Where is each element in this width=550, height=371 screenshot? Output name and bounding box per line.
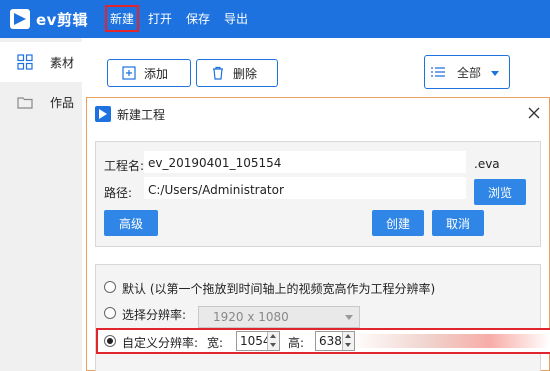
menu-new[interactable]: 新建 [104,5,140,32]
trash-icon [213,66,223,80]
cancel-button[interactable]: 取消 [432,210,484,236]
decorative-streak [350,334,550,348]
width-stepper[interactable] [267,332,279,350]
width-input[interactable]: 1054 [236,331,280,351]
sidebar-item-works[interactable]: 作品 [0,82,82,122]
app-icon [95,106,111,122]
chevron-down-icon [345,315,353,320]
browse-button[interactable]: 浏览 [474,179,526,205]
path-value: C:/Users/Administrator [148,183,284,197]
top-bar: ev剪辑 新建 打开 保存 导出 [0,0,550,38]
folder-icon [17,97,33,109]
default-resolution-label: 默认 (以第一个拖放到时间轴上的视频宽高作为工程分辨率) [122,282,436,296]
preset-resolution-label: 选择分辨率: [122,308,187,322]
resolution-select[interactable]: 1920 x 1080 [198,306,360,328]
close-icon[interactable] [525,104,543,122]
app-logo: ev剪辑 [10,8,88,30]
delete-button[interactable]: 删除 [196,59,278,87]
menu-save[interactable]: 保存 [186,10,210,27]
app-name: ev剪辑 [36,10,88,29]
chevron-down-icon [491,71,499,76]
custom-resolution-label: 自定义分辨率: [122,336,199,350]
advanced-button[interactable]: 高级 [104,210,158,236]
project-name-label: 工程名: [104,159,145,173]
path-label: 路径: [104,186,133,200]
create-button[interactable]: 创建 [372,210,424,236]
sidebar-item-label: 作品 [50,95,75,110]
logo-icon [10,9,30,29]
resolution-select-value: 1920 x 1080 [213,310,289,324]
sidebar-item-materials[interactable]: 素材 [0,42,82,82]
dialog-title: 新建工程 [117,108,166,122]
preset-resolution-radio[interactable] [104,307,116,319]
custom-resolution-radio[interactable] [104,335,116,347]
add-button[interactable]: 添加 [107,59,191,87]
menu-export[interactable]: 导出 [224,10,248,27]
sidebar-item-label: 素材 [50,55,75,70]
default-resolution-radio[interactable] [104,281,116,293]
add-file-icon [122,66,136,80]
list-icon [431,67,445,77]
height-input[interactable]: 638 [315,331,355,351]
height-value: 638 [319,334,342,348]
filter-dropdown[interactable]: 全部 [424,55,510,89]
filter-label: 全部 [457,65,482,80]
add-label: 添加 [144,66,169,81]
grid-icon [17,54,33,70]
dialog-titlebar: 新建工程 [87,98,549,130]
sidebar: 素材 作品 [0,38,82,371]
width-value: 1054 [240,334,271,348]
project-name-value: ev_20190401_105154 [148,156,282,170]
height-label: 高: [288,336,305,350]
height-stepper[interactable] [342,332,354,350]
extension-label: .eva [474,157,500,171]
delete-label: 删除 [233,66,258,81]
menu-open[interactable]: 打开 [148,10,172,27]
width-label: 宽: [207,336,224,350]
